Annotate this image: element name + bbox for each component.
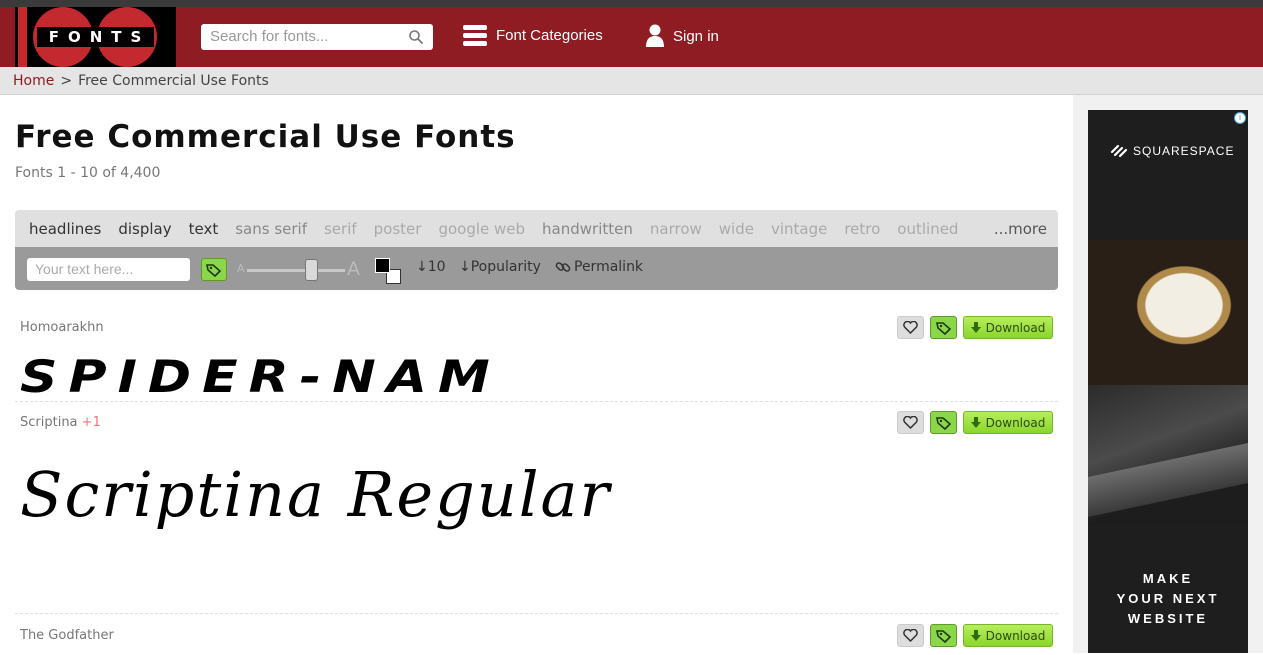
nav-categories-label: Font Categories: [496, 26, 603, 44]
download-arrow-icon: [970, 417, 981, 428]
commercial-use-badge[interactable]: [930, 316, 957, 339]
size-slider-track[interactable]: [247, 269, 345, 272]
tag-handwritten[interactable]: handwritten: [542, 220, 633, 238]
top-strip: [0, 0, 1263, 7]
ad-cta-line1: MAKE: [1142, 571, 1194, 586]
color-picker[interactable]: [375, 258, 403, 286]
site-logo[interactable]: FONTS: [15, 7, 176, 67]
search-placeholder: Search for fonts...: [210, 28, 329, 45]
font-row: Homoarakhn Download SPIDER-NAM: [15, 310, 1058, 403]
ad-info-icon[interactable]: i: [1234, 112, 1246, 124]
ad-cta-line3: WEBSITE: [1127, 611, 1209, 626]
size-large-label: A: [347, 258, 360, 280]
tag-headlines[interactable]: headlines: [29, 220, 101, 238]
font-preview[interactable]: Scriptina Regular: [20, 458, 611, 531]
advertisement[interactable]: i SQUARESPACE MAKE YOUR NEXT WEBSITE: [1088, 110, 1248, 653]
user-icon: [646, 24, 664, 47]
nav-sign-in[interactable]: Sign in: [646, 24, 719, 48]
breadcrumb-separator: >: [60, 73, 73, 89]
font-name: Homoarakhn: [20, 320, 104, 335]
nav-signin-label: Sign in: [673, 27, 719, 45]
font-actions: Download: [897, 316, 1053, 339]
preview-text-input[interactable]: Your text here...: [27, 258, 190, 281]
main-content: Free Commercial Use Fonts Fonts 1 - 10 o…: [0, 95, 1073, 653]
tag-icon: [935, 416, 951, 430]
menu-icon: [463, 25, 487, 46]
variant-count[interactable]: +1: [82, 415, 101, 430]
favorite-button[interactable]: [897, 411, 924, 434]
font-name-link[interactable]: Homoarakhn: [20, 320, 104, 335]
category-tags: headlines display text sans serif serif …: [15, 210, 1058, 247]
site-header: FONTS Search for fonts... Font Categorie…: [0, 7, 1263, 67]
size-slider-handle[interactable]: [305, 259, 318, 281]
breadcrumb-current: Free Commercial Use Fonts: [78, 73, 269, 89]
page-title: Free Commercial Use Fonts: [15, 119, 516, 155]
font-count: Fonts 1 - 10 of 4,400: [15, 165, 161, 181]
per-page-value: 10: [427, 259, 446, 275]
tag-outlined[interactable]: outlined: [897, 220, 958, 238]
per-page-selector[interactable]: ↓10: [416, 259, 446, 275]
font-name: The Godfather: [20, 628, 114, 643]
filter-panel: headlines display text sans serif serif …: [15, 210, 1058, 290]
tag-poster[interactable]: poster: [374, 220, 422, 238]
font-name-link[interactable]: Scriptina +1: [20, 415, 101, 430]
search-icon[interactable]: [408, 29, 424, 45]
commercial-use-badge[interactable]: [930, 624, 957, 647]
tag-google-web[interactable]: google web: [438, 220, 525, 238]
commercial-use-badge[interactable]: [930, 411, 957, 434]
ad-brand: SQUARESPACE: [1110, 144, 1234, 158]
nav-font-categories[interactable]: Font Categories: [463, 24, 603, 46]
font-name: Scriptina: [20, 415, 78, 430]
font-name-link[interactable]: The Godfather: [20, 628, 114, 643]
download-label: Download: [985, 415, 1046, 430]
tag-retro[interactable]: retro: [844, 220, 880, 238]
tag-sans-serif[interactable]: sans serif: [235, 220, 307, 238]
download-button[interactable]: Download: [963, 316, 1053, 339]
logo-text: FONTS: [36, 27, 155, 47]
download-label: Download: [985, 628, 1046, 643]
tag-wide[interactable]: wide: [719, 220, 754, 238]
tag-icon: [935, 629, 951, 643]
breadcrumb-home-link[interactable]: Home: [13, 73, 54, 89]
permalink-link[interactable]: Permalink: [555, 259, 643, 275]
download-arrow-icon: [970, 630, 981, 641]
commercial-filter-button[interactable]: [201, 258, 227, 281]
download-button[interactable]: Download: [963, 411, 1053, 434]
favorite-button[interactable]: [897, 624, 924, 647]
heart-icon: [903, 321, 918, 334]
favorite-button[interactable]: [897, 316, 924, 339]
text-color-swatch[interactable]: [375, 258, 390, 273]
tag-vintage[interactable]: vintage: [771, 220, 827, 238]
tag-icon: [935, 321, 951, 335]
font-preview[interactable]: SPIDER-NAM: [20, 352, 501, 403]
squarespace-logo-icon: [1110, 144, 1128, 158]
sidebar: i SQUARESPACE MAKE YOUR NEXT WEBSITE: [1073, 95, 1263, 653]
breadcrumb: Home > Free Commercial Use Fonts: [0, 67, 1263, 95]
tag-serif[interactable]: serif: [324, 220, 357, 238]
ad-brand-name: SQUARESPACE: [1133, 144, 1235, 158]
sort-value: Popularity: [470, 259, 541, 275]
size-small-label: A: [237, 262, 245, 275]
search-input[interactable]: Search for fonts...: [201, 24, 433, 50]
ad-food-image: [1088, 240, 1248, 385]
tag-narrow[interactable]: narrow: [650, 220, 702, 238]
sort-selector[interactable]: ↓Popularity: [459, 259, 541, 275]
download-label: Download: [985, 320, 1046, 335]
download-button[interactable]: Download: [963, 624, 1053, 647]
font-actions: Download: [897, 624, 1053, 647]
more-tags-link[interactable]: ...more: [994, 220, 1047, 238]
tag-icon: [206, 263, 222, 277]
font-row: Scriptina +1 Download Scriptina Regular: [15, 403, 1058, 614]
font-row: The Godfather Download: [15, 615, 1058, 655]
ad-cta-line2: YOUR NEXT: [1116, 591, 1220, 606]
font-actions: Download: [897, 411, 1053, 434]
link-icon: [555, 262, 571, 272]
heart-icon: [903, 416, 918, 429]
preview-toolbar: Your text here... A A ↓10 ↓Popularity Pe…: [15, 247, 1058, 290]
tag-text[interactable]: text: [189, 220, 219, 238]
tag-display[interactable]: display: [118, 220, 171, 238]
permalink-label: Permalink: [574, 259, 644, 275]
download-arrow-icon: [970, 322, 981, 333]
heart-icon: [903, 629, 918, 642]
